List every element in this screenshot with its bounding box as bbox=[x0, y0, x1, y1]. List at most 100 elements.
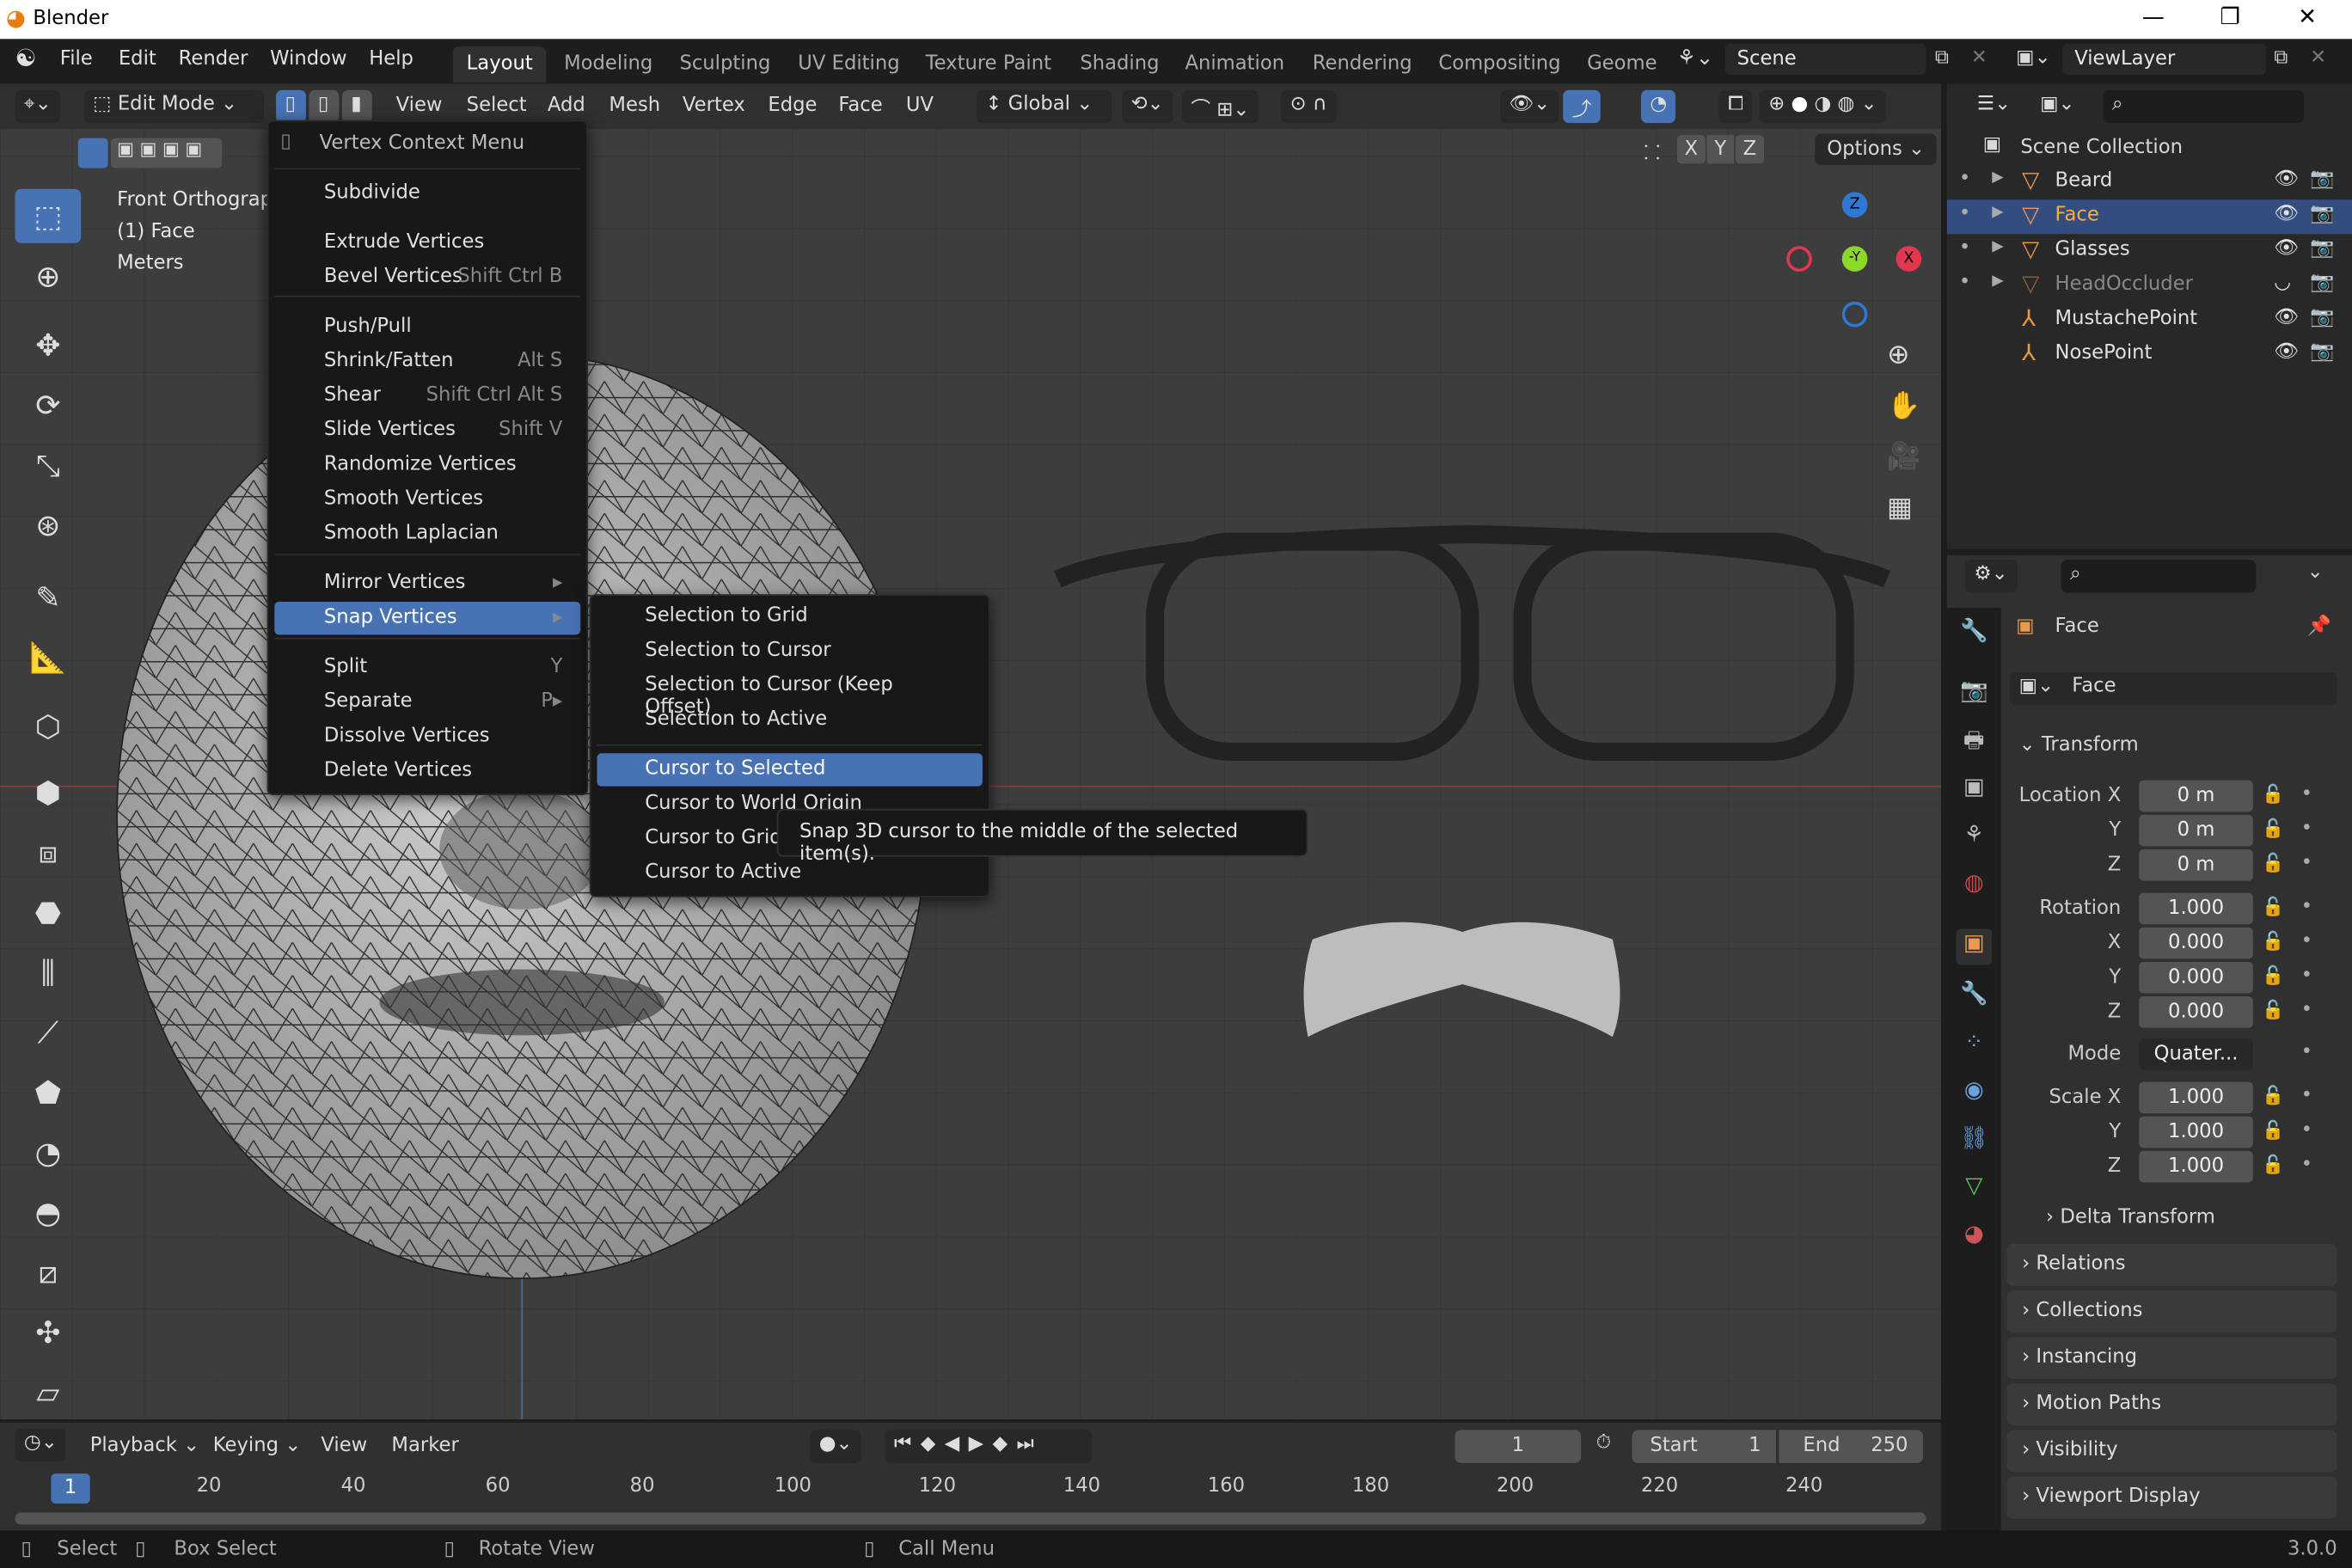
shrink-fatten-tool-icon[interactable]: ✣ bbox=[15, 1306, 81, 1360]
modifier-tab-icon[interactable]: 🔧 bbox=[1956, 980, 1992, 1016]
camera-render-icon[interactable]: 📷 bbox=[2310, 168, 2334, 190]
eye-icon[interactable]: 👁 bbox=[2274, 168, 2299, 190]
snap-menu-item[interactable]: Selection to Cursor (Keep Offset) bbox=[597, 669, 982, 719]
keyframe-dot-icon[interactable]: • bbox=[2301, 1154, 2312, 1176]
options-dropdown[interactable]: Options ⌄ bbox=[1815, 133, 1938, 166]
xray-button[interactable]: ⧠ bbox=[1718, 89, 1753, 124]
minimize-button[interactable]: — bbox=[2142, 3, 2165, 29]
tab-sculpting[interactable]: Sculpting bbox=[666, 46, 784, 83]
snap-menu-item[interactable]: Selection to Grid bbox=[597, 600, 982, 633]
transform-tool-icon[interactable]: ⊛ bbox=[15, 499, 81, 553]
zoom-icon[interactable]: ⊕ bbox=[1887, 339, 1909, 371]
property-value-field[interactable]: 0.000 bbox=[2139, 927, 2253, 959]
panel-header[interactable]: › Instancing bbox=[2006, 1337, 2337, 1380]
add-cube-tool-icon[interactable]: ⬡ bbox=[15, 699, 81, 753]
start-frame-field[interactable]: Start 1 bbox=[1632, 1430, 1776, 1463]
measure-tool-icon[interactable]: 📐 bbox=[15, 630, 81, 684]
context-menu-item[interactable]: Smooth Laplacian bbox=[274, 518, 580, 550]
playhead[interactable]: 1 bbox=[51, 1473, 90, 1504]
select-modes[interactable]: ▣ ▣ ▣ ▣ bbox=[111, 138, 223, 168]
context-menu-item[interactable]: Subdivide bbox=[274, 177, 580, 210]
view-layer-icon[interactable]: ▣⌄ bbox=[2016, 46, 2050, 69]
outliner-item[interactable]: ▶ • ▽ Beard 👁 📷 bbox=[1947, 165, 2352, 199]
scene-icon[interactable]: ⚘⌄ bbox=[1677, 46, 1713, 70]
eye-icon[interactable]: 👁 bbox=[2274, 306, 2299, 328]
menu-face[interactable]: Face bbox=[838, 95, 882, 117]
object-tab-icon[interactable]: ▣ bbox=[1956, 928, 1993, 965]
menu-uv[interactable]: UV bbox=[906, 95, 934, 117]
maximize-button[interactable]: ❐ bbox=[2220, 3, 2239, 29]
gizmo-toggle-button[interactable]: ⤴ bbox=[1563, 89, 1601, 124]
close-button[interactable]: ✕ bbox=[2298, 3, 2317, 29]
menu-render[interactable]: Render bbox=[179, 48, 248, 70]
property-value-field[interactable]: 0 m bbox=[2139, 780, 2253, 812]
view-layer-tab-icon[interactable]: ▣ bbox=[1956, 773, 1992, 809]
eye-icon[interactable]: 👁 bbox=[2274, 237, 2299, 260]
context-menu-item[interactable]: Slide Vertices Shift V bbox=[274, 414, 580, 447]
delete-scene-icon[interactable]: ✕ bbox=[1971, 46, 1988, 69]
context-menu-item[interactable]: Smooth Vertices bbox=[274, 483, 580, 516]
mirror-z[interactable]: Z bbox=[1735, 135, 1764, 164]
outliner-item[interactable]: ⅄ NosePoint 👁 📷 bbox=[1947, 338, 2352, 372]
keyframe-dot-icon[interactable]: • bbox=[2301, 1085, 2312, 1107]
outliner-search-input[interactable]: ⌕ bbox=[2103, 89, 2305, 124]
scale-tool-icon[interactable]: ⤡ bbox=[15, 438, 81, 493]
context-menu-item[interactable]: Dissolve Vertices bbox=[274, 720, 580, 753]
gizmo-neg-x[interactable] bbox=[1786, 246, 1812, 272]
timeline-scrollbar[interactable] bbox=[15, 1512, 1926, 1525]
world-tab-icon[interactable]: ◍ bbox=[1956, 869, 1992, 905]
rotate-tool-icon[interactable]: ⟳ bbox=[15, 378, 81, 432]
end-frame-field[interactable]: End 250 bbox=[1779, 1430, 1923, 1463]
lock-icon[interactable]: 🔓 bbox=[2262, 1085, 2284, 1106]
face-select-mode-button[interactable]: ▮ bbox=[341, 89, 372, 124]
panel-header[interactable]: › Relations bbox=[2006, 1244, 2337, 1286]
new-scene-icon[interactable]: ⧉ bbox=[1935, 46, 1949, 69]
context-menu-item[interactable]: Mirror Vertices ▸ bbox=[274, 567, 580, 600]
rotation-mode-dropdown[interactable]: Quater... bbox=[2139, 1038, 2253, 1070]
lock-icon[interactable]: 🔓 bbox=[2262, 852, 2284, 873]
keyframe-dot-icon[interactable]: • bbox=[2301, 1041, 2312, 1063]
timeline-menu-playback[interactable]: Playback ⌄ bbox=[90, 1435, 199, 1457]
expand-arrow-icon[interactable]: ▶ bbox=[1992, 239, 2003, 255]
snap-menu-item[interactable]: Cursor to Active bbox=[597, 857, 982, 890]
outliner-item[interactable]: ▶ • ▽ HeadOccluder ◡ 📷 bbox=[1947, 268, 2352, 303]
gizmo-z[interactable]: Z bbox=[1841, 192, 1868, 218]
lock-icon[interactable]: 🔓 bbox=[2262, 930, 2284, 951]
scene-selector[interactable]: Scene bbox=[1724, 43, 1926, 76]
snap-button[interactable]: ⌒ ⊞⌄ bbox=[1181, 89, 1259, 124]
gizmo-x[interactable]: X bbox=[1896, 246, 1922, 272]
context-menu-item[interactable]: Bevel Vertices Shift Ctrl B bbox=[274, 261, 580, 294]
shear-tool-icon[interactable]: ▱ bbox=[15, 1365, 81, 1419]
properties-search-input[interactable]: ⌕ bbox=[2061, 560, 2257, 593]
annotate-tool-icon[interactable]: ✎ bbox=[15, 570, 81, 624]
camera-render-icon[interactable]: 📷 bbox=[2310, 272, 2334, 294]
knife-tool-icon[interactable]: ⟋ bbox=[15, 1005, 81, 1059]
tab-layout[interactable]: Layout bbox=[452, 46, 547, 83]
bevel-tool-icon[interactable]: ⬣ bbox=[15, 885, 81, 940]
property-value-field[interactable]: 1.000 bbox=[2139, 1150, 2253, 1183]
auto-keying-button[interactable]: ●⌄ bbox=[810, 1430, 862, 1463]
outliner-filter-view-button[interactable]: ▣⌄ bbox=[2030, 89, 2084, 124]
outliner-item[interactable]: ▶ • ▽ Face 👁 📷 bbox=[1946, 199, 2352, 235]
lock-icon[interactable]: 🔓 bbox=[2262, 783, 2284, 804]
property-value-field[interactable]: 0.000 bbox=[2139, 961, 2253, 994]
camera-render-icon[interactable]: 📷 bbox=[2310, 203, 2334, 225]
overlays-toggle-button[interactable]: ◔ bbox=[1640, 89, 1676, 124]
lock-icon[interactable]: 🔓 bbox=[2262, 818, 2284, 838]
property-value-field[interactable]: 1.000 bbox=[2139, 1081, 2253, 1114]
tab-modeling[interactable]: Modeling bbox=[550, 46, 666, 83]
pivot-point-button[interactable]: ⟲⌄ bbox=[1122, 89, 1173, 124]
expand-arrow-icon[interactable]: ▶ bbox=[1992, 169, 2003, 186]
panel-header[interactable]: › Visibility bbox=[2006, 1430, 2337, 1473]
extrude-tool-icon[interactable]: ⬢ bbox=[15, 765, 81, 819]
delta-transform-panel[interactable]: › Delta Transform bbox=[2046, 1206, 2215, 1228]
tab-rendering[interactable]: Rendering bbox=[1299, 46, 1425, 83]
keyframe-dot-icon[interactable]: • bbox=[2301, 965, 2312, 987]
menu-add[interactable]: Add bbox=[548, 95, 585, 117]
context-menu-item[interactable]: Shrink/Fatten Alt S bbox=[274, 345, 580, 377]
poly-build-tool-icon[interactable]: ⬟ bbox=[15, 1065, 81, 1119]
object-name-field[interactable]: ▣⌄ Face bbox=[2010, 671, 2337, 706]
new-view-layer-icon[interactable]: ⧉ bbox=[2274, 46, 2288, 69]
material-tab-icon[interactable]: ◕ bbox=[1956, 1220, 1992, 1256]
lock-icon[interactable]: 🔓 bbox=[2262, 896, 2284, 916]
